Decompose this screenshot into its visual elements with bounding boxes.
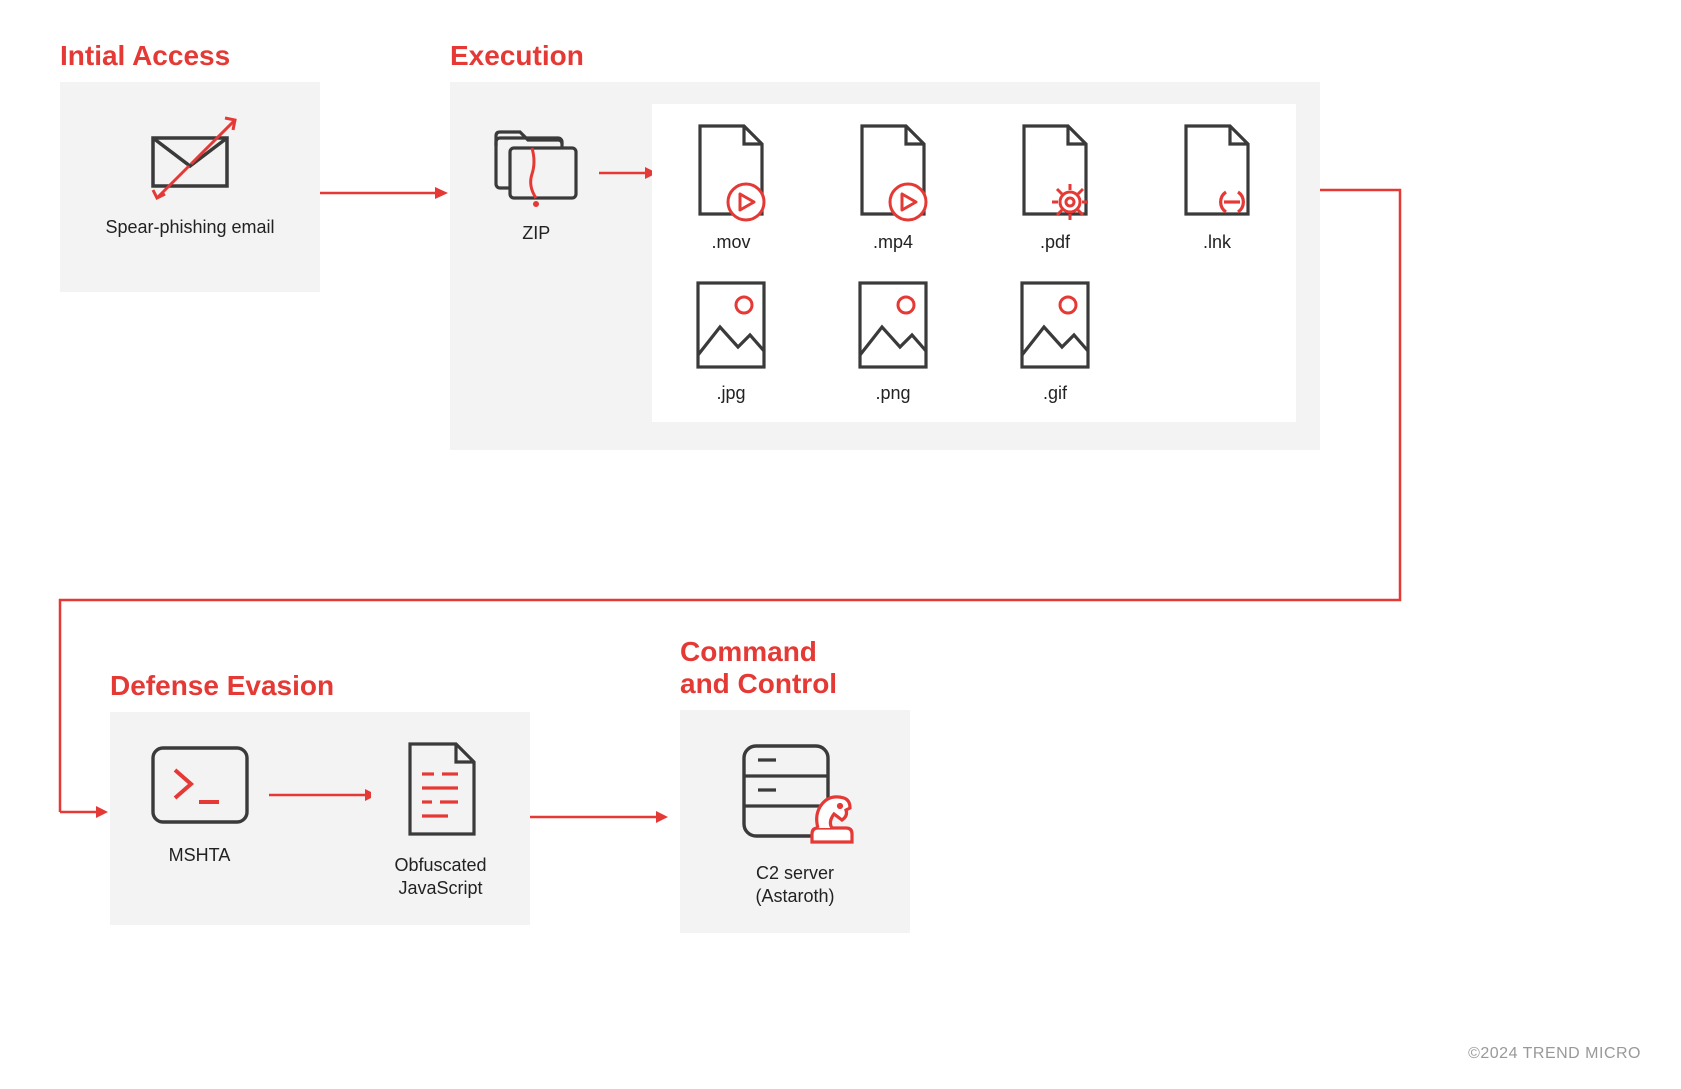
command-control-title: Command and Control — [680, 636, 910, 700]
file-row-2: .jpg .png — [676, 277, 1272, 404]
initial-access-title: Intial Access — [60, 40, 320, 72]
arrow-zip-to-files — [599, 158, 652, 188]
file-jpg: .jpg — [676, 277, 786, 404]
code-file-icon — [398, 740, 484, 840]
file-png: .png — [838, 277, 948, 404]
file-pdf-label: .pdf — [1040, 232, 1070, 253]
file-mov-label: .mov — [711, 232, 750, 253]
command-control-block: C2 server (Astaroth) — [680, 710, 910, 933]
defense-evasion-title: Defense Evasion — [110, 670, 530, 702]
arrow-initial-to-execution — [320, 178, 450, 208]
file-link-icon — [1176, 122, 1258, 222]
file-row-1: .mov .mp4 — [676, 122, 1272, 253]
image-file-icon — [852, 277, 934, 373]
file-gif: .gif — [1000, 277, 1110, 404]
stage-command-control: Command and Control C2 server (Astaroth) — [680, 636, 910, 933]
terminal-icon — [145, 740, 255, 830]
defense-evasion-block: MSHTA Obfuscated JavaScript — [110, 712, 530, 925]
file-png-label: .png — [875, 383, 910, 404]
image-file-icon — [690, 277, 772, 373]
zip-folder-icon — [486, 118, 586, 208]
execution-title: Execution — [450, 40, 1320, 72]
file-gear-icon — [1014, 122, 1096, 222]
file-mp4: .mp4 — [838, 122, 948, 253]
spear-phishing-icon — [135, 112, 245, 202]
obfuscated-js-label: Obfuscated JavaScript — [394, 854, 486, 901]
mshta-label: MSHTA — [169, 844, 231, 867]
stage-initial-access: Intial Access Spear-phishing email — [60, 40, 320, 292]
file-pdf: .pdf — [1000, 122, 1110, 253]
zip-label: ZIP — [522, 222, 550, 245]
file-lnk-label: .lnk — [1203, 232, 1231, 253]
spear-phishing-label: Spear-phishing email — [105, 216, 274, 239]
file-play-icon — [852, 122, 934, 222]
arrow-mshta-to-js — [269, 780, 371, 810]
file-lnk: .lnk — [1162, 122, 1272, 253]
file-mov: .mov — [676, 122, 786, 253]
file-jpg-label: .jpg — [716, 383, 745, 404]
stage-defense-evasion: Defense Evasion MSHTA — [110, 670, 530, 925]
c2-server-label: C2 server (Astaroth) — [755, 862, 834, 909]
execution-files-container: .mov .mp4 — [652, 104, 1296, 422]
image-file-icon — [1014, 277, 1096, 373]
stage-execution: Execution ZIP — [450, 40, 1320, 450]
initial-access-block: Spear-phishing email — [60, 82, 320, 292]
file-mp4-label: .mp4 — [873, 232, 913, 253]
arrow-defense-to-c2 — [530, 802, 670, 832]
copyright-text: ©2024 TREND MICRO — [1468, 1045, 1641, 1063]
c2-server-icon — [730, 738, 860, 848]
file-gif-label: .gif — [1043, 383, 1067, 404]
execution-block: ZIP .mov — [450, 82, 1320, 450]
file-play-icon — [690, 122, 772, 222]
